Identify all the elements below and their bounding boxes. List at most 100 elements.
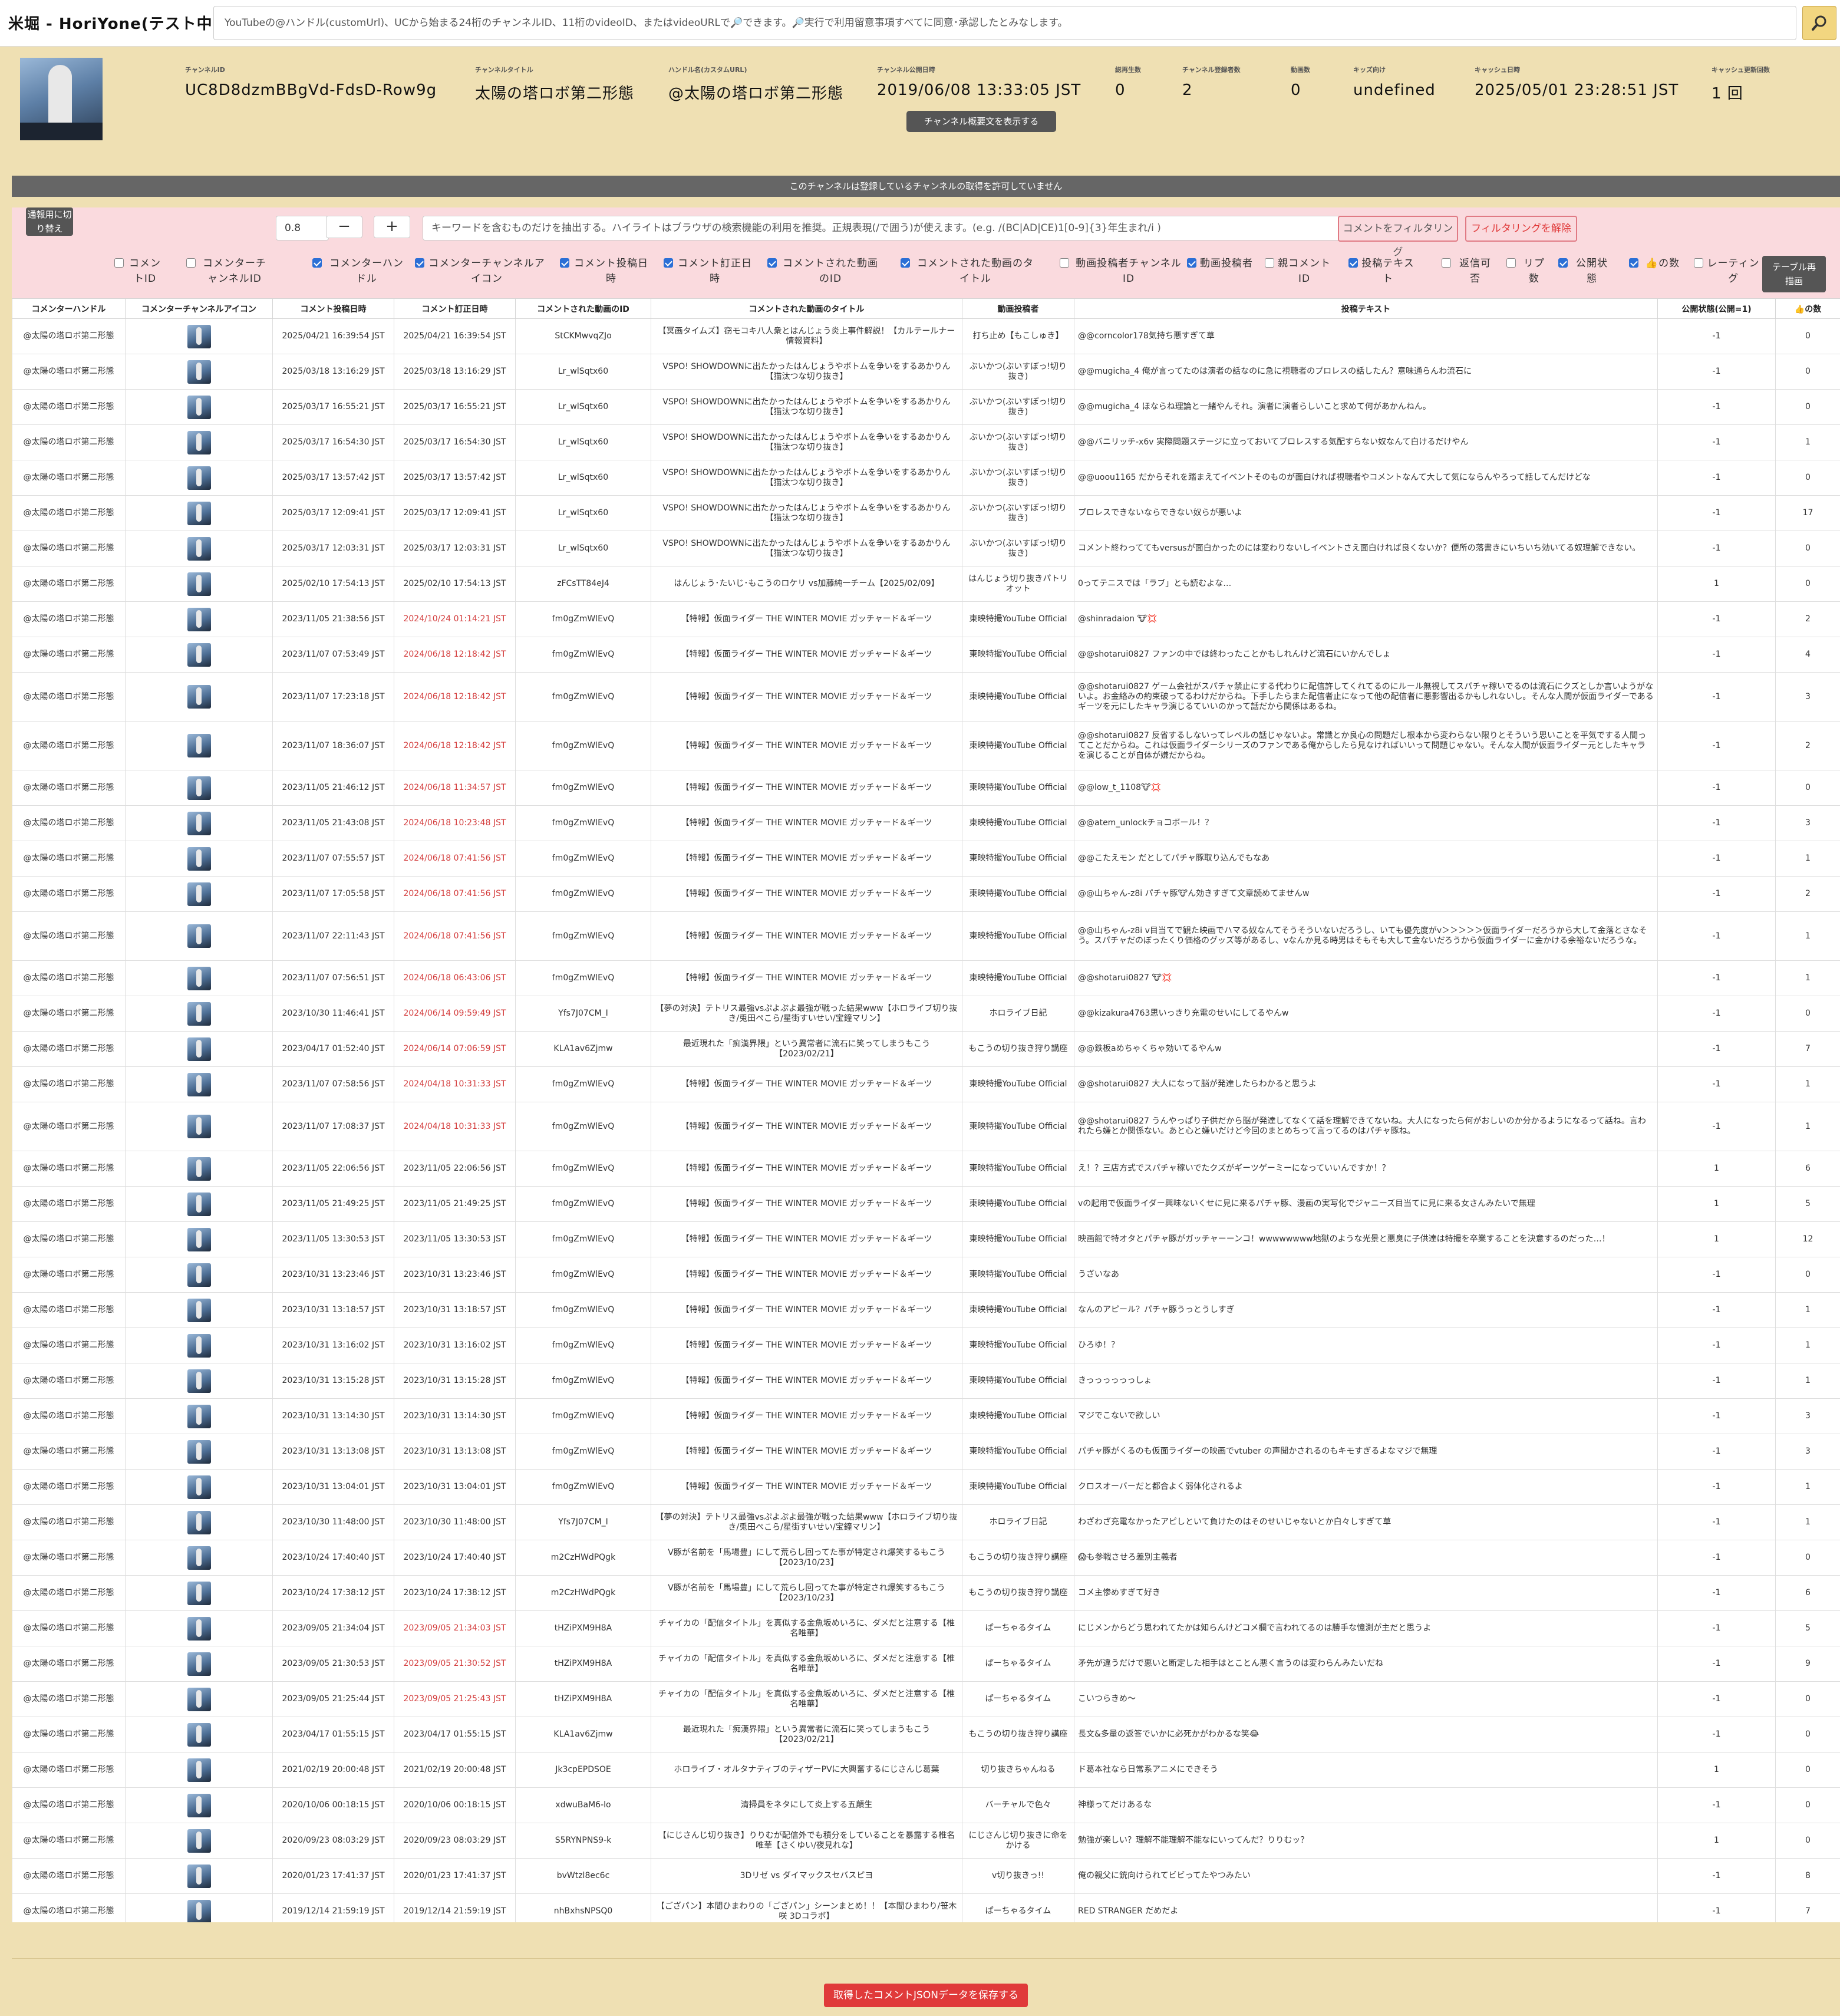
checkbox-icon[interactable] [1187,258,1196,268]
avatar[interactable] [187,1298,211,1322]
redraw-table-button[interactable]: テーブル再描画 [1762,256,1826,292]
checkbox-icon[interactable] [1265,258,1274,268]
avatar[interactable] [187,1616,211,1641]
checkbox-icon[interactable] [767,258,777,268]
avatar[interactable] [187,1510,211,1534]
keyword-input[interactable]: キーワードを含むものだけを抽出する。ハイライトはブラウザの検索機能の利用を推奨。… [423,216,1341,241]
column-toggle[interactable]: リプ数 [1506,256,1549,286]
column-header[interactable]: コメント投稿日時 [272,298,394,319]
checkbox-icon[interactable] [1558,258,1568,268]
column-toggle[interactable]: 投稿テキスト [1348,256,1414,286]
avatar[interactable] [187,1404,211,1428]
checkbox-icon[interactable] [1442,258,1451,268]
avatar[interactable] [187,882,211,906]
avatar[interactable] [187,1157,211,1181]
avatar[interactable] [187,1037,211,1061]
increment-button[interactable]: + [374,216,410,238]
avatar[interactable] [187,1546,211,1570]
column-toggle[interactable]: レーティング [1694,256,1760,286]
column-toggle[interactable]: 動画投稿者 [1187,256,1253,271]
avatar[interactable] [187,466,211,490]
avatar[interactable] [187,572,211,596]
search-button[interactable] [1802,6,1836,40]
filter-apply-button[interactable]: コメントをフィルタリング [1338,216,1458,258]
avatar[interactable] [187,1333,211,1358]
column-header[interactable]: コメント訂正日時 [394,298,516,319]
column-toggle[interactable]: コメント投稿日時 [560,256,649,286]
search-input[interactable]: YouTubeの@ハンドル(customUrl)、UCから始まる24桁のチャンネ… [213,6,1796,40]
checkbox-icon[interactable] [1629,258,1638,268]
column-toggle[interactable]: コメンターチャンネルID [186,256,270,286]
avatar[interactable] [187,395,211,419]
avatar[interactable] [187,1829,211,1853]
avatar[interactable] [187,360,211,384]
save-json-button[interactable]: 取得したコメントJSONデータを保存する [824,1984,1028,2007]
decrement-button[interactable]: − [326,216,362,238]
column-header[interactable]: コメンターハンドル [12,298,126,319]
column-header[interactable]: 👍の数 [1775,298,1840,319]
column-toggle[interactable]: 動画投稿者チャンネルID [1060,256,1185,286]
avatar[interactable] [187,811,211,835]
column-toggle[interactable]: 公開状態 [1558,256,1613,286]
avatar[interactable] [187,1899,211,1922]
avatar[interactable] [187,1439,211,1464]
checkbox-icon[interactable] [415,258,424,268]
avatar[interactable] [187,924,211,948]
avatar[interactable] [187,1072,211,1096]
column-toggle[interactable]: 返信可否 [1442,256,1496,286]
checkbox-icon[interactable] [1060,258,1069,268]
avatar[interactable] [187,1369,211,1393]
column-toggle[interactable]: コメントされた動画のID [767,256,881,286]
avatar[interactable] [187,501,211,525]
avatar[interactable] [187,1652,211,1676]
column-header[interactable]: コメントされた動画のID [515,298,651,319]
checkbox-icon[interactable] [1506,258,1516,268]
avatar[interactable] [187,1758,211,1782]
avatar[interactable] [187,643,211,667]
avatar[interactable] [187,846,211,871]
checkbox-icon[interactable] [114,258,124,268]
avatar[interactable] [187,430,211,454]
column-header[interactable]: 公開状態(公開=1) [1657,298,1776,319]
column-header[interactable]: 投稿テキスト [1074,298,1658,319]
checkbox-icon[interactable] [664,258,673,268]
avatar[interactable] [187,1475,211,1499]
checkbox-icon[interactable] [901,258,910,268]
threshold-input[interactable]: 0.8 [276,216,329,241]
column-toggle[interactable]: コメンターチャンネルアイコン [415,256,546,286]
avatar[interactable] [187,1793,211,1817]
filter-clear-button[interactable]: フィルタリングを解除 [1465,216,1577,242]
avatar[interactable] [187,1722,211,1747]
column-toggle[interactable]: コメントされた動画のタイトル [901,256,1037,286]
avatar[interactable] [187,1227,211,1251]
checkbox-icon[interactable] [312,258,322,268]
avatar[interactable] [187,1192,211,1216]
checkbox-icon[interactable] [186,258,196,268]
report-toggle-button[interactable]: 通報用に切り替え [26,207,73,236]
checkbox-icon[interactable] [1348,258,1358,268]
avatar[interactable] [187,1115,211,1138]
avatar[interactable] [187,324,211,348]
avatar[interactable] [187,776,211,800]
avatar[interactable] [187,734,211,757]
column-header[interactable]: 動画投稿者 [962,298,1074,319]
column-toggle[interactable]: 👍の数 [1629,256,1683,271]
avatar[interactable] [187,1687,211,1711]
checkbox-icon[interactable] [1694,258,1703,268]
avatar[interactable] [187,607,211,631]
avatar[interactable] [187,1263,211,1287]
column-header[interactable]: コメントされた動画のタイトル [651,298,962,319]
checkbox-icon[interactable] [560,258,569,268]
show-description-button[interactable]: チャンネル概要文を表示する [906,111,1056,132]
avatar[interactable] [187,685,211,709]
column-toggle[interactable]: 親コメントID [1265,256,1331,286]
avatar[interactable] [187,966,211,990]
column-toggle[interactable]: コメントID [114,256,163,286]
column-toggle[interactable]: コメント訂正日時 [664,256,753,286]
avatar[interactable] [187,1002,211,1026]
avatar[interactable] [187,536,211,561]
avatar[interactable] [187,1864,211,1888]
avatar[interactable] [187,1581,211,1605]
column-header[interactable]: コメンターチャンネルアイコン [125,298,273,319]
column-toggle[interactable]: コメンターハンドル [312,256,408,286]
